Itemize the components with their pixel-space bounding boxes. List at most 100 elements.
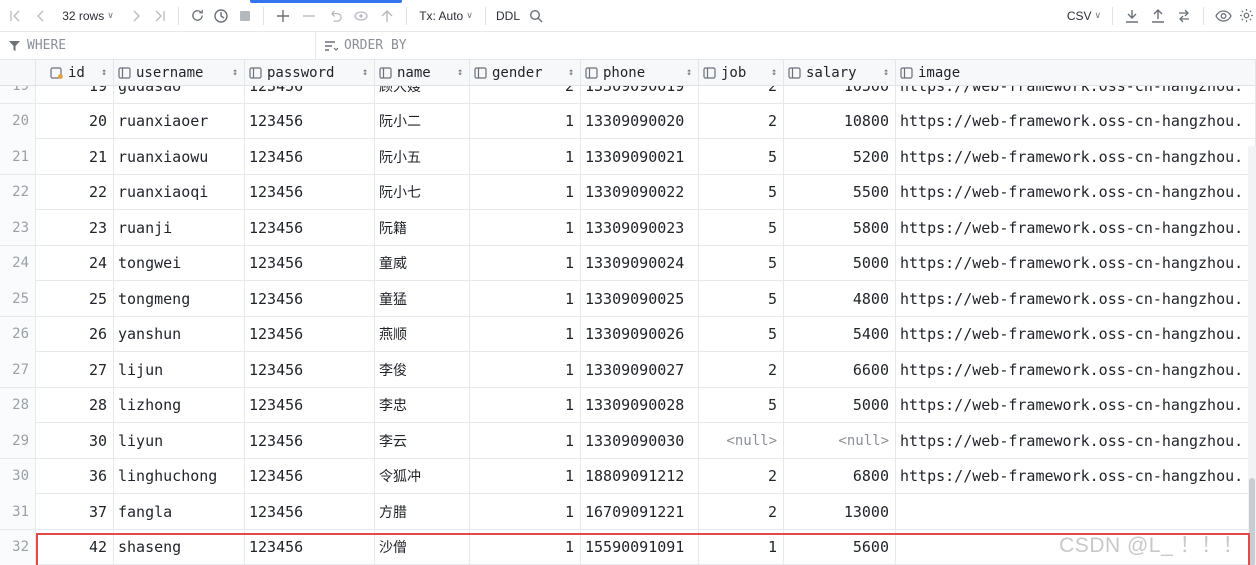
sort-arrows-icon[interactable]: ↕ xyxy=(232,66,238,80)
cell-name[interactable]: 方腊 xyxy=(375,494,470,529)
cell-gender[interactable]: 1 xyxy=(470,245,581,281)
table-row[interactable]: 27 27 lijun 123456 李俊 1 13309090027 2 6600 https:… xyxy=(0,352,1256,388)
cell-job[interactable]: 5 xyxy=(699,174,784,210)
cell-phone[interactable]: 13309090027 xyxy=(581,352,699,387)
orderby-filter-input[interactable]: ORDER BY xyxy=(316,32,407,60)
scrollbar-thumb[interactable] xyxy=(1249,478,1255,565)
cell-password[interactable]: 123456 xyxy=(245,352,375,387)
cell-name[interactable]: 沙僧 xyxy=(375,529,470,565)
cell-image[interactable]: https://web-framework.oss-cn-hangzhou. xyxy=(896,352,1256,387)
preview-changes-icon[interactable] xyxy=(348,0,374,32)
sort-arrows-icon[interactable]: ↕ xyxy=(771,66,777,80)
cell-name[interactable]: 李云 xyxy=(375,423,470,458)
cell-job[interactable]: 1 xyxy=(699,529,784,565)
column-header-salary[interactable]: salary ↕ xyxy=(784,60,896,86)
cell-phone[interactable]: 15590091091 xyxy=(581,529,699,565)
cell-username[interactable]: linghuchong xyxy=(114,458,245,494)
cell-phone[interactable]: 13309090028 xyxy=(581,387,699,423)
download-icon[interactable] xyxy=(1119,0,1145,32)
cell-id[interactable]: 27 xyxy=(36,352,114,387)
cell-job[interactable]: 5 xyxy=(699,316,784,352)
cell-password[interactable]: 123456 xyxy=(245,103,375,139)
cell-job[interactable]: 2 xyxy=(699,458,784,494)
cell-phone[interactable]: 13309090024 xyxy=(581,245,699,281)
table-row[interactable]: 26 26 yanshun 123456 燕顺 1 13309090026 5 5400 http… xyxy=(0,316,1256,352)
cell-name[interactable]: 令狐冲 xyxy=(375,458,470,494)
cell-phone[interactable]: 13309090021 xyxy=(581,139,699,174)
cell-gender[interactable]: 1 xyxy=(470,494,581,529)
table-row[interactable]: 25 25 tongmeng 123456 童猛 1 13309090025 5 4800 htt… xyxy=(0,281,1256,317)
cell-id[interactable]: 42 xyxy=(36,529,114,565)
cell-salary[interactable]: 5000 xyxy=(784,245,896,281)
cell-salary[interactable]: 10800 xyxy=(784,103,896,139)
cell-salary[interactable]: 6800 xyxy=(784,458,896,494)
cell-image[interactable]: https://web-framework.oss-cn-hangzhou. xyxy=(896,423,1256,458)
column-header-job[interactable]: job ↕ xyxy=(699,60,784,86)
cell-id[interactable]: 23 xyxy=(36,210,114,245)
cell-id[interactable]: 28 xyxy=(36,387,114,423)
cell-username[interactable]: lizhong xyxy=(114,387,245,423)
column-header-password[interactable]: password ↕ xyxy=(245,60,375,86)
cell-password[interactable]: 123456 xyxy=(245,387,375,423)
cell-id[interactable]: 36 xyxy=(36,458,114,494)
sort-arrows-icon[interactable]: ↕ xyxy=(362,66,368,80)
table-row[interactable]: 23 23 ruanji 123456 阮籍 1 13309090023 5 5800 https… xyxy=(0,210,1256,246)
cell-phone[interactable]: 13309090020 xyxy=(581,103,699,139)
cell-name[interactable]: 童威 xyxy=(375,245,470,281)
table-row[interactable]: 22 22 ruanxiaoqi 123456 阮小七 1 13309090022 5 5500… xyxy=(0,174,1256,210)
cell-username[interactable]: lijun xyxy=(114,352,245,387)
cell-password[interactable]: 123456 xyxy=(245,139,375,174)
cell-name[interactable]: 阮籍 xyxy=(375,210,470,245)
cell-password[interactable]: 123456 xyxy=(245,210,375,245)
gear-icon[interactable] xyxy=(1236,0,1256,32)
table-row[interactable]: 24 24 tongwei 123456 童威 1 13309090024 5 5000 http… xyxy=(0,245,1256,281)
cell-phone[interactable]: 18809091212 xyxy=(581,458,699,494)
upload-icon[interactable] xyxy=(1145,0,1171,32)
cell-gender[interactable]: 1 xyxy=(470,423,581,458)
ddl-button[interactable]: DDL xyxy=(492,0,524,32)
compare-icon[interactable] xyxy=(1171,0,1197,32)
table-row[interactable]: 21 21 ruanxiaowu 123456 阮小五 1 13309090021 5 5200… xyxy=(0,139,1256,175)
submit-icon[interactable] xyxy=(374,0,400,32)
rows-count-dropdown[interactable]: 32 rows ∨ xyxy=(52,0,124,32)
cell-image[interactable]: https://web-framework.oss-cn-hangzhou. xyxy=(896,174,1256,210)
cell-password[interactable]: 123456 xyxy=(245,458,375,494)
cell-password[interactable]: 123456 xyxy=(245,316,375,352)
cell-image[interactable]: https://web-framework.oss-cn-hangzhou. xyxy=(896,387,1256,423)
first-page-icon[interactable] xyxy=(0,0,30,32)
cell-gender[interactable]: 1 xyxy=(470,352,581,387)
cell-image[interactable]: https://web-framework.oss-cn-hangzhou. xyxy=(896,210,1256,245)
cell-image[interactable]: https://web-framework.oss-cn-hangzhou. xyxy=(896,139,1256,174)
cell-id[interactable]: 25 xyxy=(36,281,114,316)
sort-arrows-icon[interactable]: ↕ xyxy=(686,66,692,80)
cell-image[interactable]: https://web-framework.oss-cn-hangzhou. xyxy=(896,458,1256,494)
cell-salary[interactable]: 5000 xyxy=(784,387,896,423)
sort-arrows-icon[interactable]: ↕ xyxy=(457,66,463,80)
cell-id[interactable]: 37 xyxy=(36,494,114,529)
cell-phone[interactable]: 13309090022 xyxy=(581,174,699,210)
cell-username[interactable]: liyun xyxy=(114,423,245,458)
cell-image[interactable]: https://web-framework.oss-cn-hangzhou. xyxy=(896,103,1256,139)
cell-job[interactable]: 5 xyxy=(699,210,784,245)
cell-password[interactable]: 123456 xyxy=(245,281,375,316)
cell-password[interactable]: 123456 xyxy=(245,174,375,210)
cell-username[interactable]: yanshun xyxy=(114,316,245,352)
cell-salary[interactable]: 5500 xyxy=(784,174,896,210)
cell-job[interactable]: 5 xyxy=(699,245,784,281)
next-page-icon[interactable] xyxy=(124,0,148,32)
cell-job[interactable]: 5 xyxy=(699,139,784,174)
cell-id[interactable]: 30 xyxy=(36,423,114,458)
cell-username[interactable]: ruanxiaoer xyxy=(114,103,245,139)
cell-phone[interactable]: 13309090025 xyxy=(581,281,699,316)
add-row-icon[interactable] xyxy=(270,0,296,32)
delete-row-icon[interactable] xyxy=(296,0,322,32)
cell-salary[interactable]: 5800 xyxy=(784,210,896,245)
cell-password[interactable]: 123456 xyxy=(245,423,375,458)
export-format-dropdown[interactable]: CSV ∨ xyxy=(1062,0,1106,32)
cell-password[interactable]: 123456 xyxy=(245,245,375,281)
cell-username[interactable]: ruanxiaowu xyxy=(114,139,245,174)
table-row[interactable]: 30 36 linghuchong 123456 令狐冲 1 18809091212 2 680… xyxy=(0,458,1256,494)
cell-job[interactable]: 2 xyxy=(699,103,784,139)
cell-name[interactable]: 童猛 xyxy=(375,281,470,316)
cell-salary[interactable]: 6600 xyxy=(784,352,896,387)
